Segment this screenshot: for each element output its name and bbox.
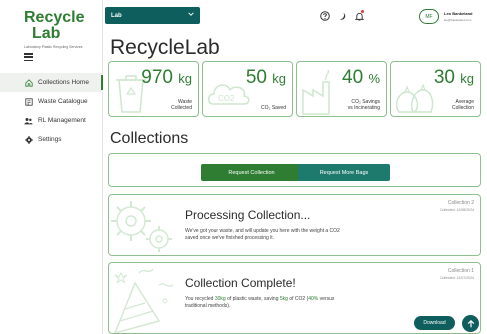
sidebar-item-rl-management[interactable]: RL Management <box>0 111 103 130</box>
sidebar-item-label: Settings <box>38 136 62 143</box>
collection-text-part: of plastic waste, saving <box>225 296 280 302</box>
sidebar-item-collections-home[interactable]: Collections Home <box>0 73 103 92</box>
catalogue-icon <box>24 97 33 106</box>
lab-select-value: Lab <box>111 12 122 19</box>
scroll-to-top-button[interactable] <box>462 315 479 332</box>
notification-dot <box>361 10 364 13</box>
waste-bags-icon <box>395 83 434 113</box>
logo-line-2: Lab <box>32 25 61 42</box>
collection-date: Collected: 12/07/2024 <box>439 276 474 280</box>
sidebar-nav: Collections Home Waste Catalogue RL Mana… <box>0 73 103 149</box>
home-icon <box>24 78 33 87</box>
gear-icon <box>24 135 33 144</box>
stat-value: 50 <box>245 67 267 88</box>
co2-savings-percent: 40% <box>308 296 319 302</box>
stat-card-co2-saved: CO2 50 kg CO₂ Saved <box>202 61 293 117</box>
collection-description: We've got your waste, and will update yo… <box>185 228 415 242</box>
dark-mode-icon[interactable] <box>337 11 347 21</box>
page-title: RecycleLab <box>110 36 220 59</box>
co2-saved-weight: 5kg <box>279 296 288 302</box>
chevron-down-icon <box>188 11 194 19</box>
download-button[interactable]: Download <box>414 316 455 330</box>
avatar[interactable]: MF <box>419 9 439 24</box>
stat-unit: kg <box>272 71 286 86</box>
stat-card-waste-collected: 970 kg Waste Collected <box>108 61 199 117</box>
celebration-icon <box>114 268 174 333</box>
stat-value: 970 <box>141 67 173 88</box>
help-icon[interactable] <box>320 11 330 21</box>
request-collection-button[interactable]: Request Collection <box>201 164 302 181</box>
arrow-up-icon <box>467 319 474 327</box>
recyclelab-logo[interactable]: Recycle Lab Laboratory Plastic Recycling… <box>24 9 96 50</box>
stat-value: 40 <box>342 67 364 88</box>
sidebar-item-label: Collections Home <box>38 79 89 86</box>
lab-select[interactable]: Lab <box>105 7 200 24</box>
collection-description: You recycled 30kg of plastic waste, savi… <box>185 296 415 310</box>
stat-label-line-2: Collection <box>452 105 474 111</box>
menu-icon[interactable] <box>24 53 33 61</box>
stats-row: 970 kg Waste Collected CO2 50 kg CO₂ Save… <box>108 61 484 117</box>
sidebar-item-settings[interactable]: Settings <box>0 130 103 149</box>
collection-card-processing[interactable]: Collection 2 Collected: 12/08/2024 Proce… <box>108 194 481 256</box>
top-icons <box>320 10 371 21</box>
gears-icon <box>111 201 172 252</box>
sidebar: Recycle Lab Laboratory Plastic Recycling… <box>0 0 103 334</box>
collections-heading: Collections <box>110 130 189 147</box>
collection-id: Collection 1 <box>447 268 474 274</box>
sidebar-item-label: RL Management <box>38 117 86 124</box>
stat-label-line-1: CO₂ Saved <box>260 105 286 111</box>
collection-date: Collected: 12/08/2024 <box>439 208 474 212</box>
stat-label-line-2: Collected <box>171 105 192 111</box>
stat-label-line-2: vs Incinerating <box>347 105 380 111</box>
stat-unit: kg <box>178 71 192 86</box>
collection-status-title: Collection Complete! <box>185 276 296 290</box>
sidebar-item-label: Waste Catalogue <box>38 98 88 105</box>
factory-icon <box>302 70 330 115</box>
stat-unit: kg <box>460 71 474 86</box>
collection-text-part: of CO2 ( <box>287 296 309 302</box>
collection-id: Collection 2 <box>447 200 474 206</box>
collection-description-line-1: We've got your waste, and will update yo… <box>185 228 340 234</box>
collection-text-part: You recycled <box>185 296 215 302</box>
request-more-bags-button[interactable]: Request More Bags <box>298 164 390 181</box>
logo-tagline: Laboratory Plastic Recycling Services <box>24 45 83 49</box>
people-icon <box>24 116 33 125</box>
collection-actions-card: Request Collection Request More Bags <box>108 153 481 187</box>
user-email: leo@bankeland.com <box>444 18 472 22</box>
logo-line-1: Recycle <box>24 9 85 26</box>
top-bar: Lab MF Leo Bankeland leo@bankeland.com <box>103 0 487 32</box>
svg-text:CO2: CO2 <box>218 94 235 103</box>
stat-card-average-collection: 30 kg Average Collection <box>390 61 481 117</box>
collection-description-line-2: saved once we've finished processing it. <box>185 235 275 241</box>
collection-description-line-2: traditional methods). <box>185 303 231 309</box>
stat-unit: % <box>368 71 380 86</box>
sidebar-item-waste-catalogue[interactable]: Waste Catalogue <box>0 92 103 111</box>
collection-text-part: versus <box>318 296 335 302</box>
user-name: Leo Bankeland <box>444 11 473 16</box>
recycled-weight: 30kg <box>214 296 226 302</box>
notification-bell-icon[interactable] <box>354 10 364 21</box>
stat-value: 30 <box>433 67 455 88</box>
collection-status-title: Processing Collection... <box>185 208 311 222</box>
stat-card-co2-savings: 40 % CO₂ Savings vs Incinerating <box>296 61 387 117</box>
